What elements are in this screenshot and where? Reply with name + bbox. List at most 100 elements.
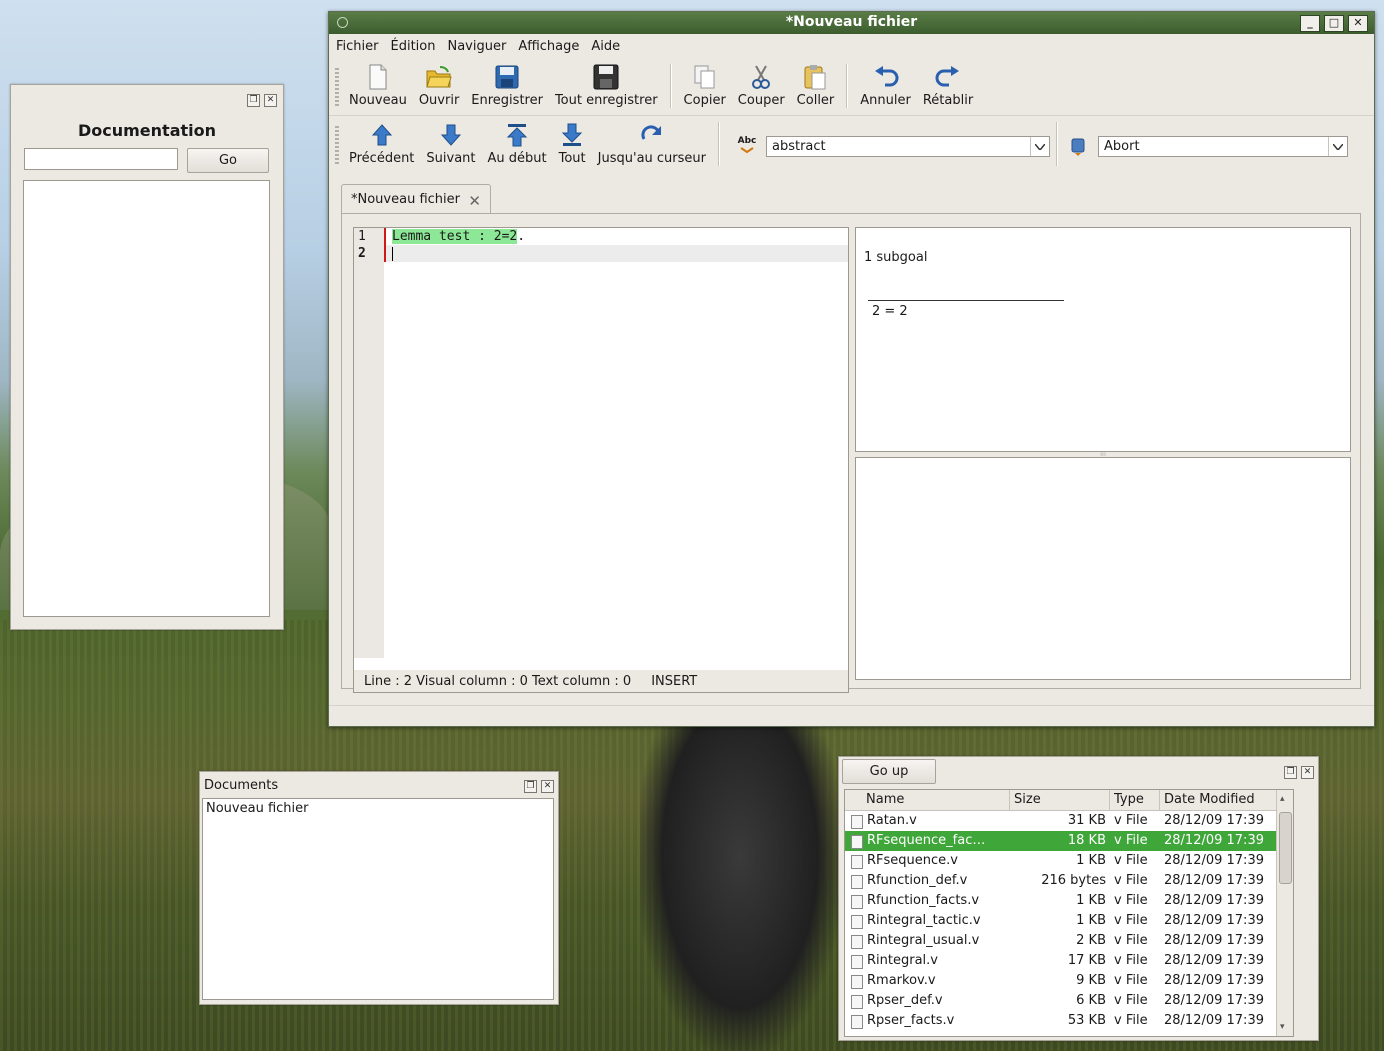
- au-debut-button[interactable]: Au début: [482, 116, 553, 166]
- script-editor[interactable]: 1 2 Lemma test : 2=2. Line : 2 Visual co…: [353, 227, 849, 693]
- table-row[interactable]: Rpser_def.v 6 KB v File 28/12/09 17:39: [845, 991, 1293, 1011]
- maximize-icon[interactable]: □: [1324, 15, 1344, 32]
- column-type[interactable]: Type: [1110, 790, 1160, 810]
- float-icon[interactable]: ❐: [247, 94, 260, 107]
- file-date: 28/12/09 17:39: [1164, 833, 1264, 848]
- vertical-scrollbar[interactable]: ▴ ▾: [1276, 790, 1293, 1036]
- documentation-search-input[interactable]: [24, 148, 178, 170]
- list-item[interactable]: Nouveau fichier: [203, 799, 553, 818]
- column-date-modified[interactable]: Date Modified: [1160, 790, 1293, 810]
- go-up-button[interactable]: Go up: [842, 759, 936, 784]
- file-name: Rmarkov.v: [845, 971, 1010, 991]
- file-icon: [851, 955, 863, 969]
- tout-enregistrer-label: Tout enregistrer: [554, 93, 658, 108]
- tab-content: 1 2 Lemma test : 2=2. Line : 2 Visual co…: [341, 213, 1361, 693]
- file-name: RFsequence.v: [845, 851, 1010, 871]
- close-tab-icon[interactable]: ✕: [468, 192, 481, 210]
- menu-aide[interactable]: Aide: [591, 39, 620, 54]
- nouveau-button[interactable]: Nouveau: [343, 58, 413, 108]
- menu-affichage[interactable]: Affichage: [518, 39, 579, 54]
- tout-label: Tout: [558, 151, 586, 166]
- column-name[interactable]: Name: [845, 790, 1010, 810]
- copier-button[interactable]: Copier: [678, 58, 732, 108]
- jusqu-au-curseur-button[interactable]: Jusqu'au curseur: [592, 116, 712, 166]
- file-type: v File: [1114, 913, 1148, 928]
- file-size: 216 bytes: [1041, 873, 1106, 888]
- scroll-down-icon[interactable]: ▾: [1280, 1022, 1285, 1032]
- file-icon: [851, 915, 863, 929]
- nouveau-label: Nouveau: [349, 93, 407, 108]
- editor-status-bar: Line : 2 Visual column : 0 Text column :…: [354, 670, 848, 692]
- table-row[interactable]: Rmarkov.v 9 KB v File 28/12/09 17:39: [845, 971, 1293, 991]
- suivant-button[interactable]: Suivant: [420, 116, 481, 166]
- suivant-label: Suivant: [426, 151, 476, 166]
- documents-list: Nouveau fichier: [202, 798, 554, 1000]
- table-row[interactable]: RFsequence_fac… 18 KB v File 28/12/09 17:39: [845, 831, 1293, 851]
- table-row[interactable]: Rfunction_def.v 216 bytes v File 28/12/09 1…: [845, 871, 1293, 891]
- table-row[interactable]: RFsequence.v 1 KB v File 28/12/09 17:39: [845, 851, 1293, 871]
- unprocessed-code: .: [517, 229, 526, 244]
- table-row[interactable]: Rpser_facts.v 53 KB v File 28/12/09 17:39: [845, 1011, 1293, 1031]
- tout-enregistrer-button[interactable]: Tout enregistrer: [549, 58, 664, 108]
- navigation-toolbar: Précédent Suivant Au début Tout Jusqu'au…: [329, 116, 1374, 173]
- table-row[interactable]: Rintegral_tactic.v 1 KB v File 28/12/09 17:…: [845, 911, 1293, 931]
- couper-button[interactable]: Couper: [732, 58, 791, 108]
- annuler-button[interactable]: Annuler: [854, 58, 917, 108]
- column-size[interactable]: Size: [1010, 790, 1110, 810]
- file-type: v File: [1114, 953, 1148, 968]
- menu-edition[interactable]: Édition: [391, 39, 436, 54]
- toolbar-grip[interactable]: [335, 126, 339, 166]
- table-row[interactable]: Rfunction_facts.v 1 KB v File 28/12/09 17:3…: [845, 891, 1293, 911]
- title-bar[interactable]: *Nouveau fichier _ □ ✕: [329, 12, 1374, 34]
- tactic-combo[interactable]: abstract: [766, 136, 1050, 157]
- file-icon: [851, 855, 863, 869]
- retablir-button[interactable]: Rétablir: [917, 58, 979, 108]
- precedent-button[interactable]: Précédent: [343, 116, 420, 166]
- file-browser-panel: Go up ❐ ✕ Name Size Type Date Modified R…: [838, 756, 1319, 1041]
- file-size: 31 KB: [1067, 813, 1106, 828]
- file-table: Name Size Type Date Modified Ratan.v 31 K…: [844, 789, 1294, 1037]
- minimize-icon[interactable]: _: [1300, 15, 1320, 32]
- close-window-icon[interactable]: ✕: [1348, 15, 1368, 32]
- window-title: *Nouveau fichier: [785, 14, 918, 30]
- save-icon: [495, 62, 519, 92]
- code-line: Lemma test : 2=2.: [384, 228, 848, 245]
- file-type: v File: [1114, 853, 1148, 868]
- float-icon[interactable]: ❐: [1284, 766, 1297, 779]
- command-combo[interactable]: Abort: [1098, 136, 1348, 157]
- table-row[interactable]: Rintegral.v 17 KB v File 28/12/09 17:39: [845, 951, 1293, 971]
- table-row[interactable]: Rintegral_usual.v 2 KB v File 28/12/09 17:3…: [845, 931, 1293, 951]
- annuler-label: Annuler: [860, 93, 911, 108]
- tab-nouveau-fichier[interactable]: *Nouveau fichier ✕: [341, 184, 491, 213]
- menu-fichier[interactable]: Fichier: [336, 39, 379, 54]
- toolbar-grip[interactable]: [335, 68, 339, 108]
- file-icon: [851, 1015, 863, 1029]
- menu-naviguer[interactable]: Naviguer: [447, 39, 506, 54]
- edit-mode: INSERT: [651, 673, 698, 689]
- file-size: 6 KB: [1076, 993, 1106, 1008]
- file-size: 9 KB: [1076, 973, 1106, 988]
- tout-button[interactable]: Tout: [553, 116, 592, 166]
- file-date: 28/12/09 17:39: [1164, 813, 1264, 828]
- chevron-down-icon: [1030, 137, 1049, 156]
- ouvrir-button[interactable]: Ouvrir: [413, 58, 465, 108]
- scroll-thumb[interactable]: [1279, 812, 1292, 884]
- close-icon[interactable]: ✕: [1301, 766, 1314, 779]
- close-icon[interactable]: ✕: [541, 780, 554, 793]
- file-name: Rintegral_usual.v: [845, 931, 1010, 951]
- scroll-up-icon[interactable]: ▴: [1280, 794, 1285, 804]
- table-row[interactable]: Ratan.v 31 KB v File 28/12/09 17:39: [845, 811, 1293, 831]
- float-icon[interactable]: ❐: [524, 780, 537, 793]
- table-header: Name Size Type Date Modified: [845, 790, 1293, 811]
- enregistrer-button[interactable]: Enregistrer: [465, 58, 549, 108]
- toolbar-separator: [1056, 122, 1058, 166]
- close-icon[interactable]: ✕: [264, 94, 277, 107]
- coller-button[interactable]: Coller: [791, 58, 841, 108]
- line-number: 1: [358, 229, 366, 244]
- paste-icon: [803, 62, 827, 92]
- file-date: 28/12/09 17:39: [1164, 873, 1264, 888]
- code-area[interactable]: Lemma test : 2=2.: [384, 228, 848, 658]
- jusqu-au-curseur-label: Jusqu'au curseur: [597, 151, 706, 166]
- file-icon: [851, 835, 863, 849]
- go-button[interactable]: Go: [187, 148, 269, 173]
